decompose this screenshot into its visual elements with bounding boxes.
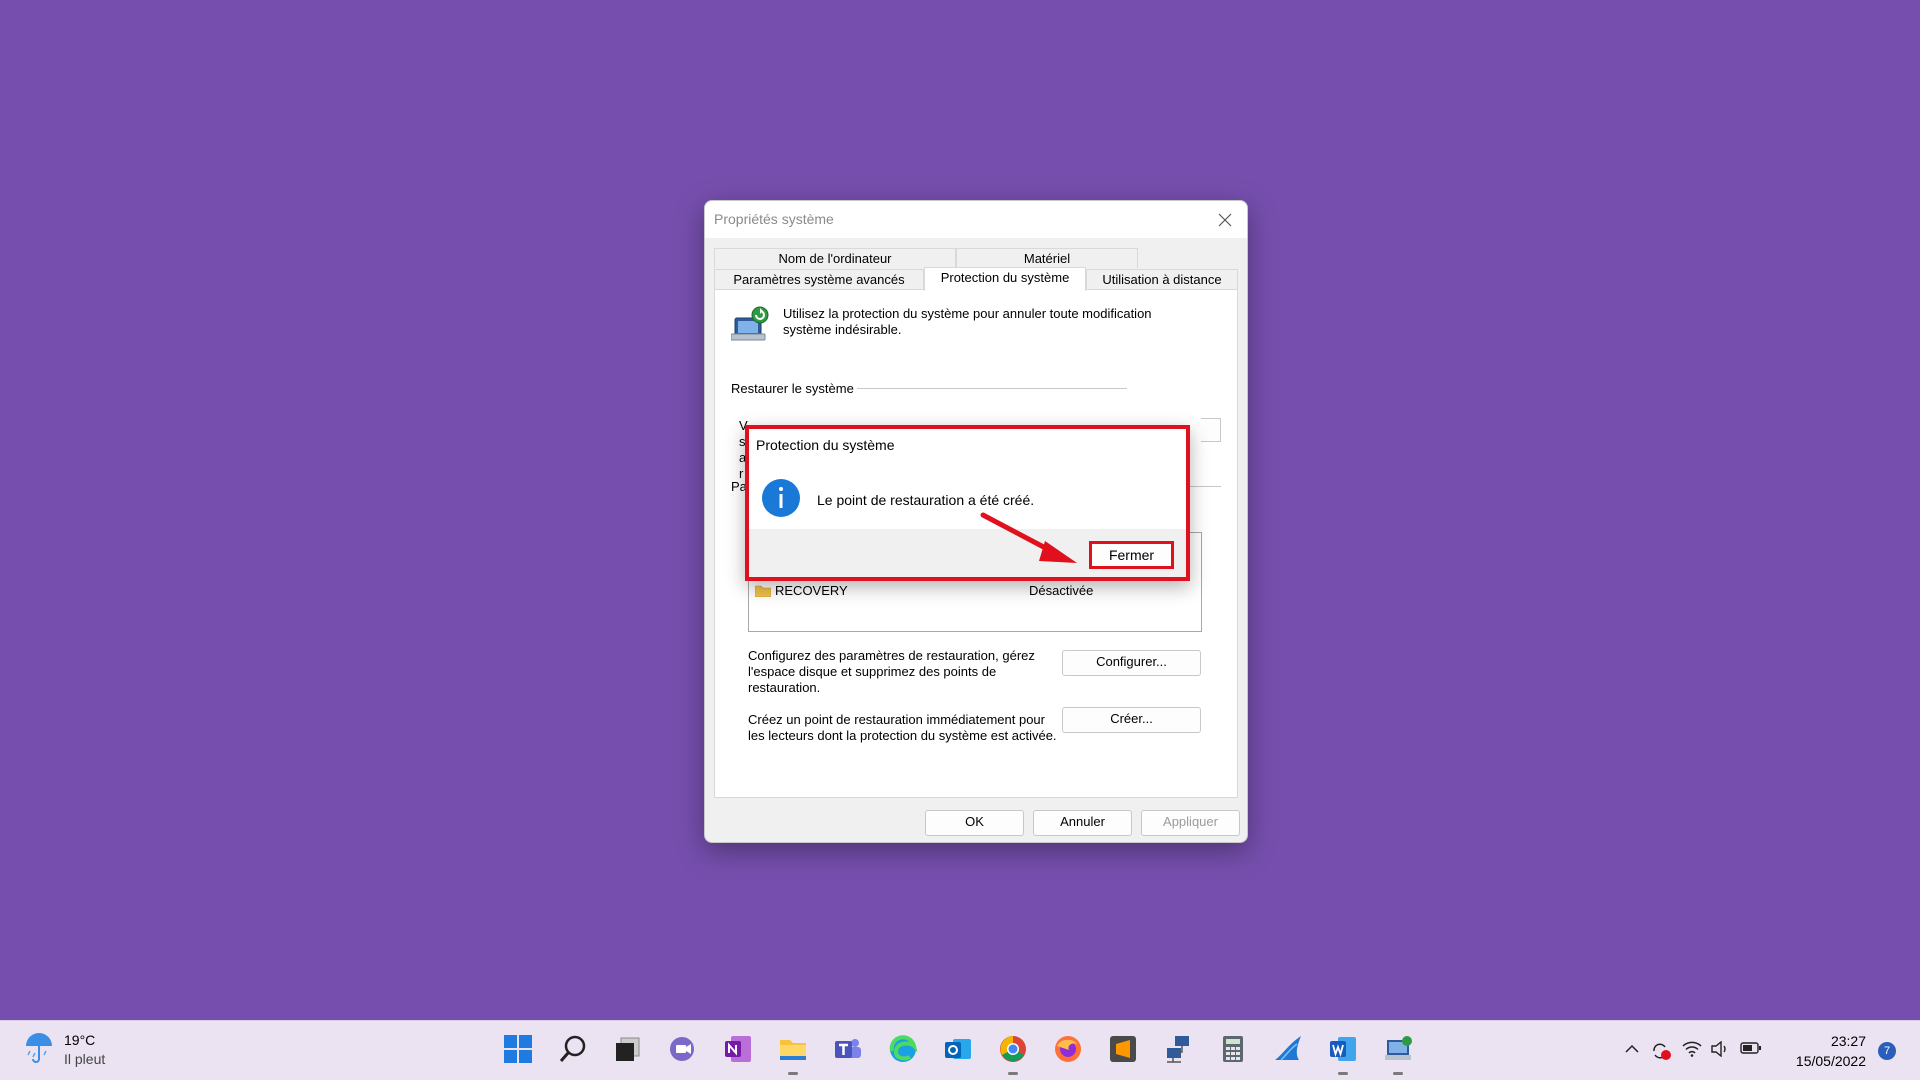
onenote-icon[interactable] [720, 1031, 756, 1067]
tab-advanced[interactable]: Paramètres système avancés [714, 269, 924, 289]
taskbar: 19°C Il pleut 23:27 15/05/2022 7 [0, 1020, 1920, 1080]
tab-remote[interactable]: Utilisation à distance [1086, 269, 1238, 289]
running-indicator [1393, 1072, 1403, 1075]
battery-icon[interactable] [1740, 1041, 1762, 1058]
weather-widget[interactable]: 19°C Il pleut [24, 1031, 105, 1069]
dialog-titlebar: Propriétés système [705, 201, 1247, 238]
outlook-icon[interactable] [940, 1031, 976, 1067]
create-text: Créez un point de restauration immédiate… [748, 712, 1057, 743]
clock-date: 15/05/2022 [1795, 1053, 1866, 1069]
wifi-icon[interactable] [1682, 1041, 1702, 1060]
modal-title: Protection du système [756, 437, 895, 453]
running-indicator [788, 1072, 798, 1075]
cloud-app-icon[interactable] [1270, 1031, 1306, 1067]
teams-icon[interactable] [830, 1031, 866, 1067]
edge-icon[interactable] [885, 1031, 921, 1067]
chrome-icon[interactable] [995, 1031, 1031, 1075]
volume-icon[interactable] [1710, 1040, 1730, 1060]
configure-text: Configurez des paramètres de restauratio… [748, 648, 1035, 695]
word-icon[interactable] [1325, 1031, 1361, 1075]
chevron-up-icon[interactable] [1624, 1041, 1640, 1060]
teams-chat-icon[interactable] [665, 1031, 701, 1067]
notification-badge[interactable]: 7 [1878, 1042, 1896, 1060]
restore-point-created-dialog: Protection du système Le point de restau… [745, 425, 1190, 581]
running-indicator [1338, 1072, 1348, 1075]
dialog-title: Propriétés système [714, 211, 834, 227]
calculator-icon[interactable] [1215, 1031, 1251, 1067]
drive-row[interactable]: RECOVERY [754, 583, 848, 598]
apply-button[interactable]: Appliquer [1141, 810, 1240, 836]
folder-icon [754, 585, 772, 597]
network-icon[interactable] [1160, 1031, 1196, 1067]
description-text: Utilisez la protection du système pour a… [783, 306, 1152, 337]
file-explorer-icon[interactable] [775, 1031, 811, 1075]
close-icon[interactable] [1203, 201, 1247, 238]
drive-name: RECOVERY [775, 583, 848, 598]
sublime-text-icon[interactable] [1105, 1031, 1141, 1067]
cancel-button[interactable]: Annuler [1033, 810, 1132, 836]
create-button[interactable]: Créer... [1062, 707, 1201, 733]
umbrella-icon [24, 1031, 54, 1069]
running-indicator [1008, 1072, 1018, 1075]
tab-system-protection[interactable]: Protection du système [924, 267, 1086, 291]
system-properties-icon[interactable] [1380, 1031, 1416, 1075]
tab-computer-name[interactable]: Nom de l'ordinateur [714, 248, 956, 268]
configure-button[interactable]: Configurer... [1062, 650, 1201, 676]
system-protection-icon [730, 306, 771, 347]
search-icon[interactable] [555, 1031, 591, 1067]
restore-group-line [857, 388, 1127, 389]
firefox-icon[interactable] [1050, 1031, 1086, 1067]
sync-icon[interactable] [1650, 1041, 1672, 1064]
weather-temperature: 19°C [64, 1032, 96, 1048]
info-icon [761, 478, 801, 521]
tab-strip: Nom de l'ordinateur Matériel Paramètres … [714, 248, 1238, 291]
weather-condition: Il pleut [64, 1051, 106, 1067]
restore-button-partial[interactable] [1201, 418, 1221, 442]
tab-hardware[interactable]: Matériel [956, 248, 1138, 268]
annotation-arrow-icon [975, 505, 1085, 573]
clock-time: 23:27 [1830, 1033, 1866, 1049]
taskbar-apps [500, 1031, 1435, 1075]
description-row: Utilisez la protection du système pour a… [730, 306, 1183, 347]
ok-button[interactable]: OK [925, 810, 1024, 836]
close-button[interactable]: Fermer [1089, 541, 1174, 569]
restore-group-title: Restaurer le système [731, 381, 854, 396]
windows-start-icon[interactable] [500, 1031, 536, 1067]
drive-status: Désactivée [1029, 583, 1094, 598]
task-view-icon[interactable] [610, 1031, 646, 1067]
clock[interactable]: 23:27 15/05/2022 [1796, 1031, 1866, 1071]
